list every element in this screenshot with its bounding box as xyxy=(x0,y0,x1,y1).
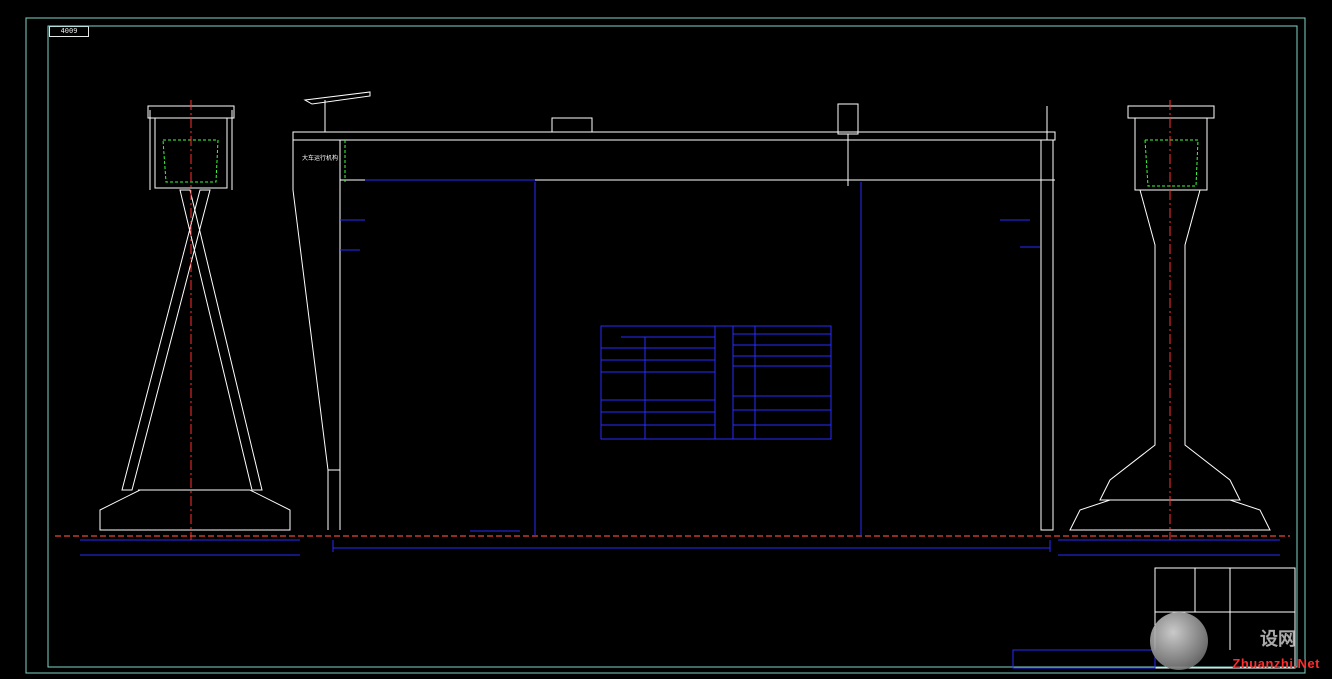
girder-label: 大车运行机构 xyxy=(302,154,338,162)
outer-border xyxy=(25,17,1306,674)
parameter-table xyxy=(600,325,832,440)
left-side-view xyxy=(80,105,300,556)
right-side-view xyxy=(1058,105,1280,556)
gantry-front-view xyxy=(292,91,1056,531)
watermark-chinese: 设网 xyxy=(1260,629,1296,650)
watermark-site: Zhuanzhi.Net xyxy=(1232,656,1320,671)
cad-drawing-canvas: 大车运行机构 xyxy=(25,17,1306,674)
inner-border xyxy=(47,25,1298,668)
dimension-lines xyxy=(332,179,1051,552)
network-globe-icon xyxy=(1150,612,1208,670)
